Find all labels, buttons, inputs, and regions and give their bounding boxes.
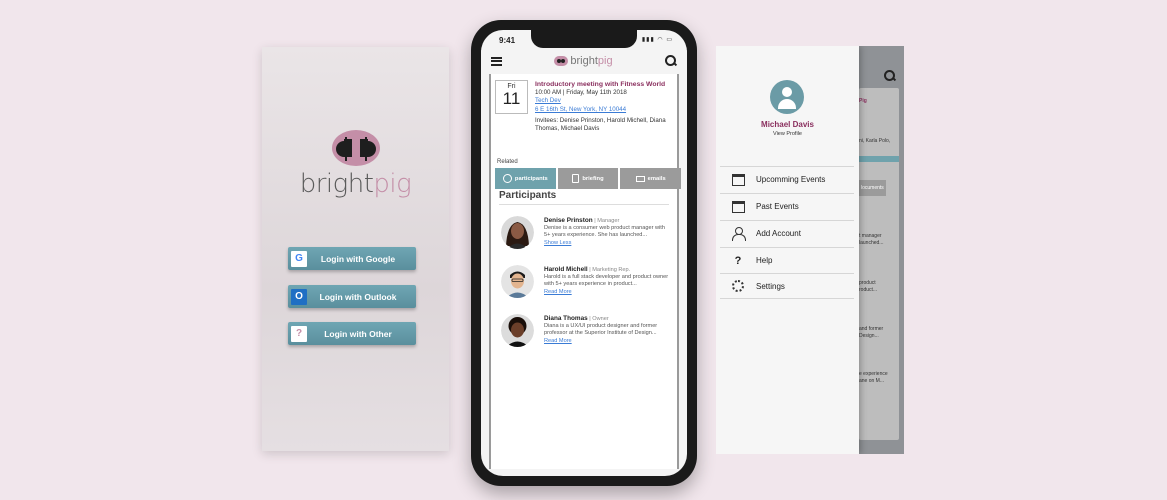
participant-name: Denise Prinston [544, 217, 593, 224]
menu-item-add-account[interactable]: Add Account [720, 220, 854, 246]
login-other-label: Login with Other [324, 328, 392, 339]
login-google-label: Login with Google [320, 253, 396, 264]
participant-bio: Denise is a consumer web product manager… [544, 225, 665, 239]
outlook-icon: O [291, 288, 307, 305]
event-date-badge: Fri 11 [495, 80, 528, 114]
tab-participants[interactable]: participants [495, 168, 556, 189]
event-day-number: 11 [502, 89, 521, 108]
menu-item-label: Upcomming Events [756, 175, 826, 184]
tab-emails-label: emails [647, 175, 666, 182]
calendar-check-icon [730, 200, 746, 214]
bg-text: roduct... [859, 287, 878, 293]
bg-text: and former [859, 326, 884, 332]
bg-text: e experience [859, 371, 888, 377]
question-icon: ? [291, 325, 307, 342]
navigation-drawer: Michael Davis View Profile Upcomming Eve… [716, 46, 859, 454]
menu-item-settings[interactable]: Settings [720, 273, 854, 299]
event-title[interactable]: Introductory meeting with Fitness World [535, 81, 677, 89]
google-icon: G [291, 250, 307, 267]
search-icon[interactable] [665, 55, 677, 67]
menu-item-label: Help [756, 256, 773, 265]
pig-logo-icon [331, 130, 380, 166]
event-invitees: Invitees: Denise Prinston, Harold Michel… [535, 116, 666, 133]
tab-briefing[interactable]: briefing [557, 168, 619, 189]
participant-name: Diana Thomas [544, 315, 588, 322]
menu-screen: Pig ni, Karla Polo, locuments t manager … [716, 46, 904, 454]
phone-notch [531, 30, 637, 48]
background-app-dimmed: Pig ni, Karla Polo, locuments t manager … [859, 46, 904, 454]
login-outlook-label: Login with Outlook [319, 291, 397, 302]
participant-role: | Manager [594, 218, 620, 224]
profile-avatar-icon[interactable] [770, 80, 804, 114]
related-label: Related [497, 159, 518, 165]
menu-item-past-events[interactable]: Past Events [720, 193, 854, 219]
login-other-button[interactable]: ? Login with Other [288, 322, 416, 345]
view-profile-link[interactable]: View Profile [716, 131, 859, 137]
menu-item-upcoming-events[interactable]: Upcomming Events [720, 166, 854, 192]
participants-heading: Participants [499, 190, 557, 201]
phone-frame: 9:41 ▮▮▮ ◠ ▭ bright pig Fri 11 Introducto… [471, 20, 697, 486]
menu-item-label: Settings [756, 281, 785, 291]
participant-role: | Marketing Rep. [589, 267, 631, 273]
tab-participants-label: participants [514, 175, 548, 182]
bg-text: t manager [859, 233, 882, 239]
logo-text-pig: pig [597, 55, 613, 67]
show-less-link[interactable]: Show Less [544, 240, 672, 247]
help-icon: ? [734, 254, 742, 267]
tab-emails[interactable]: emails [620, 168, 682, 189]
add-user-icon [730, 227, 746, 241]
tab-briefing-label: briefing [582, 175, 604, 182]
bg-text: ane on M... [859, 378, 885, 384]
participant-avatar [501, 314, 534, 347]
bg-text: product [859, 280, 876, 286]
hamburger-menu-icon[interactable] [491, 56, 502, 66]
participant-avatar [501, 265, 534, 298]
divider [499, 204, 669, 205]
participant-name: Harold Michell [544, 266, 588, 273]
brightpig-logo: brightpig [262, 129, 449, 199]
menu-item-label: Add Account [756, 229, 801, 238]
related-tabs: participants briefing emails [495, 168, 682, 189]
app-bar: bright pig [481, 50, 687, 72]
participant-bio: Diana is a UX/UI product designer and fo… [544, 323, 658, 337]
logo-text-bright: bright [570, 55, 598, 67]
pig-logo-icon [554, 56, 569, 66]
bg-text: launched... [859, 240, 884, 246]
search-icon [884, 70, 896, 82]
read-more-link[interactable]: Read More [544, 338, 672, 345]
event-location-name[interactable]: Tech Dev [535, 97, 677, 105]
app-logo: bright pig [554, 55, 613, 67]
gear-icon [730, 279, 746, 293]
status-icons: ▮▮▮ ◠ ▭ [641, 37, 673, 43]
participants-icon [502, 174, 512, 183]
phone-screen: 9:41 ▮▮▮ ◠ ▭ bright pig Fri 11 Introducto… [481, 30, 687, 476]
status-time: 9:41 [499, 36, 516, 45]
profile-name: Michael Davis [761, 120, 814, 129]
document-icon [572, 174, 580, 183]
read-more-link[interactable]: Read More [544, 289, 672, 296]
participant-avatar [501, 216, 534, 249]
event-content: Fri 11 Introductory meeting with Fitness… [489, 74, 682, 469]
participant-role: | Owner [589, 316, 609, 322]
background-event-card: Pig ni, Karla Polo, locuments t manager … [859, 88, 899, 440]
login-screen: brightpig G Login with Google O Login wi… [262, 47, 449, 451]
bg-text: ni, Karla Polo, [859, 138, 891, 144]
menu-item-help[interactable]: ? Help [720, 247, 854, 273]
brand-wordmark: brightpig [299, 169, 412, 199]
bg-text: Pig [859, 98, 867, 104]
participant-bio: Harold is a full stack developer and pro… [544, 274, 669, 288]
event-datetime: 10:00 AM | Friday, May 11th 2018 [535, 89, 627, 97]
event-address[interactable]: 6 E 16th St, New York, NY 10044 [535, 106, 677, 114]
bg-text: Design... [859, 333, 879, 339]
bg-text: locuments [859, 180, 886, 196]
mail-icon [635, 175, 645, 182]
calendar-icon [730, 173, 746, 187]
login-google-button[interactable]: G Login with Google [288, 247, 416, 270]
login-outlook-button[interactable]: O Login with Outlook [288, 285, 416, 308]
menu-item-label: Past Events [756, 202, 799, 211]
